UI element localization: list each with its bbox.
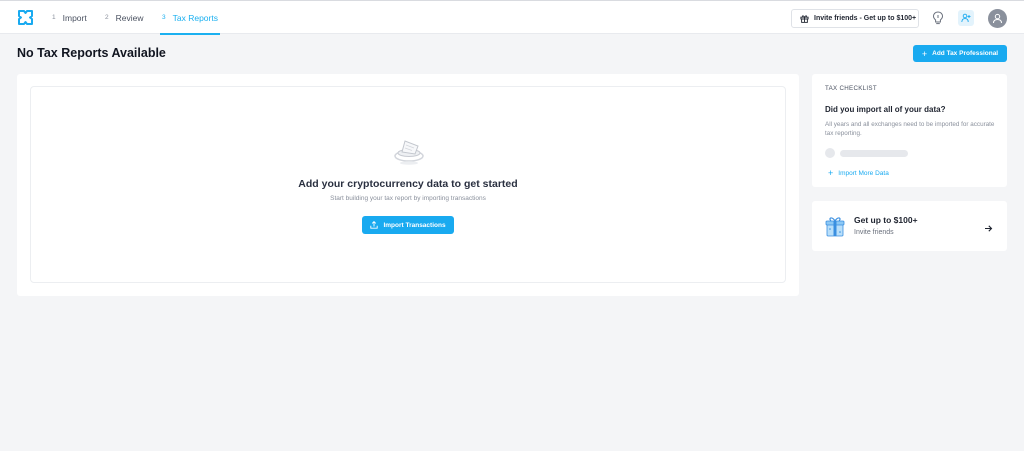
step-label: Tax Reports	[172, 12, 218, 23]
user-avatar[interactable]	[988, 9, 1007, 28]
empty-state-subtitle: Start building your tax report by import…	[330, 195, 486, 202]
invite-card-subtitle: Invite friends	[854, 229, 894, 236]
checklist-description: All years and all exchanges need to be i…	[825, 121, 995, 137]
logo-icon[interactable]	[16, 8, 35, 27]
empty-state-title: Add your cryptocurrency data to get star…	[298, 178, 518, 190]
reports-card: Add your cryptocurrency data to get star…	[17, 74, 799, 296]
gift-icon	[825, 215, 845, 242]
step-number: 3	[162, 14, 166, 21]
tax-checklist-card: TAX CHECKLIST Did you import all of your…	[812, 74, 1007, 187]
plus-icon: +	[921, 48, 928, 59]
plus-icon: +	[828, 168, 834, 178]
user-plus-icon[interactable]	[958, 10, 974, 26]
arrow-right-icon[interactable]	[984, 220, 993, 238]
step-tax-reports[interactable]: 3 Tax Reports	[160, 1, 220, 35]
invite-card-title: Get up to $100+	[854, 215, 918, 225]
step-number: 1	[52, 14, 56, 21]
empty-state-container: Add your cryptocurrency data to get star…	[30, 86, 786, 283]
import-transactions-label: Import Transactions	[383, 221, 446, 229]
gift-icon	[800, 15, 809, 23]
invite-friends-button[interactable]: Invite friends - Get up to $100+	[791, 9, 919, 28]
lightbulb-icon[interactable]	[932, 11, 944, 30]
add-tax-professional-label: Add Tax Professional	[932, 50, 999, 57]
skeleton-bar	[840, 149, 908, 157]
invite-friends-card[interactable]: Get up to $100+ Invite friends	[812, 201, 1007, 251]
checklist-heading: TAX CHECKLIST	[825, 85, 877, 92]
add-tax-professional-button[interactable]: + Add Tax Professional	[913, 45, 1007, 62]
top-navigation-bar: 1 Import 2 Review 3 Tax Reports Invite f…	[0, 0, 1024, 35]
step-label: Review	[115, 12, 144, 23]
upload-icon	[370, 221, 379, 229]
import-more-data-link[interactable]: + Import More Data	[828, 168, 994, 178]
checklist-question: Did you import all of your data?	[825, 105, 946, 114]
step-import[interactable]: 1 Import	[52, 1, 87, 34]
step-number: 2	[105, 14, 109, 21]
import-transactions-button[interactable]: Import Transactions	[362, 216, 454, 234]
invite-friends-label: Invite friends - Get up to $100+	[814, 15, 917, 22]
loading-skeleton	[825, 148, 994, 158]
skeleton-dot	[825, 148, 835, 158]
import-more-data-label: Import More Data	[838, 169, 889, 177]
user-icon	[993, 13, 1002, 24]
step-label: Import	[62, 12, 87, 23]
step-review[interactable]: 2 Review	[105, 1, 144, 34]
empty-reports-illustration-icon	[391, 137, 427, 172]
page-title: No Tax Reports Available	[17, 46, 166, 60]
